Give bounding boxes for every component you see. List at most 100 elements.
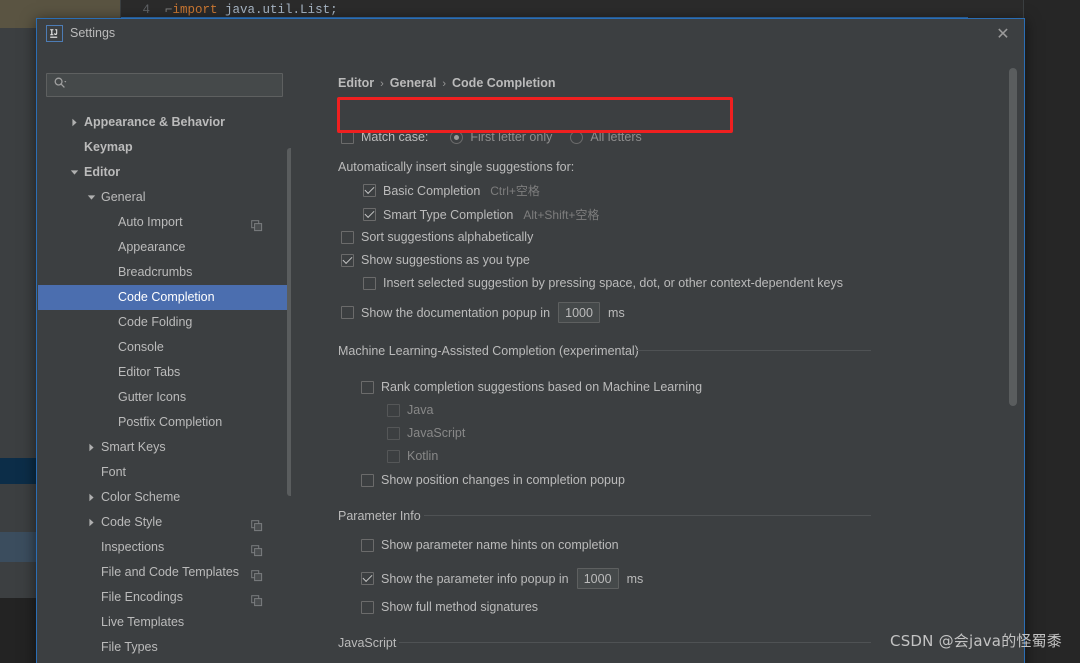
sidebar-item-appearance[interactable]: Appearance	[38, 235, 291, 260]
doc-popup-unit: ms	[608, 305, 625, 320]
sidebar-item-label: File and Code Templates	[101, 565, 240, 579]
match-case-first-letter-option[interactable]: First letter only	[450, 130, 552, 144]
insert-selected-suggestion-checkbox[interactable]	[363, 276, 376, 290]
sidebar-item-label: Code Style	[101, 515, 163, 529]
chevron-right-icon[interactable]	[85, 485, 97, 510]
breadcrumb-code-completion: Code Completion	[452, 76, 556, 90]
show-suggestions-checkbox[interactable]	[341, 253, 354, 267]
match-case-label: Match case:	[361, 130, 429, 144]
full-signatures-checkbox[interactable]	[361, 600, 374, 614]
match-case-checkbox[interactable]	[341, 130, 354, 144]
doc-popup-label: Show the documentation popup in	[361, 305, 551, 320]
sidebar-item-gutter-icons[interactable]: Gutter Icons	[38, 385, 291, 410]
ml-language-javascript-row: JavaScript	[387, 426, 465, 440]
doc-popup-checkbox[interactable]	[341, 306, 354, 319]
first-letter-radio[interactable]	[450, 130, 464, 144]
basic-completion-checkbox[interactable]	[363, 184, 376, 197]
sidebar-item-label: General	[101, 190, 146, 204]
sidebar-item-label: File Types	[101, 640, 158, 654]
sidebar-item-label: Code Folding	[118, 315, 193, 329]
sidebar-item-editor-tabs[interactable]: Editor Tabs	[38, 360, 291, 385]
sidebar-item-label: Live Templates	[101, 615, 185, 629]
sidebar-item-code-folding[interactable]: Code Folding	[38, 310, 291, 335]
chevron-right-icon[interactable]	[68, 110, 80, 135]
editor-code-line: 4 ⌐import java.util.List;	[120, 2, 1024, 18]
settings-dialog: Settings ✕ Appearance & Behavior Keymap Ed…	[36, 18, 1025, 663]
sidebar-item-general[interactable]: General	[38, 185, 291, 210]
sidebar-item-inspections[interactable]: Inspections	[38, 535, 291, 560]
param-hints-row: Show parameter name hints on completion	[361, 538, 619, 552]
doc-popup-delay-input[interactable]: 1000	[558, 302, 601, 323]
settings-content-panel: Editor › General › Code Completion Match cas…	[291, 48, 1023, 663]
sidebar-item-postfix-completion[interactable]: Postfix Completion	[38, 410, 291, 435]
breadcrumb-editor[interactable]: Editor	[338, 76, 374, 90]
ml-javascript-checkbox[interactable]	[387, 426, 400, 440]
dialog-title: Settings	[70, 26, 116, 40]
sidebar-item-auto-import[interactable]: Auto Import	[38, 210, 291, 235]
settings-tree[interactable]: Appearance & Behavior Keymap Editor General…	[38, 110, 291, 663]
sidebar-item-appearance-behavior[interactable]: Appearance & Behavior	[38, 110, 291, 135]
param-hints-checkbox[interactable]	[361, 538, 374, 552]
ml-java-checkbox[interactable]	[387, 403, 400, 417]
smart-type-completion-row: Smart Type Completion Alt+Shift+空格	[363, 206, 599, 223]
sidebar-item-live-templates[interactable]: Live Templates	[38, 610, 291, 635]
close-icon[interactable]: ✕	[992, 24, 1014, 46]
sidebar-item-editor[interactable]: Editor	[38, 160, 291, 185]
code-statement: java.util.List;	[217, 3, 338, 17]
show-position-changes-label: Show position changes in completion popu…	[381, 473, 625, 487]
sidebar-item-color-scheme[interactable]: Color Scheme	[38, 485, 291, 510]
sidebar-item-font[interactable]: Font	[38, 460, 291, 485]
sidebar-item-breadcrumbs[interactable]: Breadcrumbs	[38, 260, 291, 285]
sidebar-item-label: Keymap	[84, 140, 133, 154]
settings-sidebar: Appearance & Behavior Keymap Editor General…	[38, 48, 294, 663]
param-popup-delay-input[interactable]: 1000	[576, 568, 619, 589]
sidebar-item-label: Appearance	[118, 240, 186, 254]
sidebar-item-smart-keys[interactable]: Smart Keys	[38, 435, 291, 460]
all-letters-radio[interactable]	[570, 130, 584, 144]
sidebar-item-code-completion[interactable]: Code Completion	[38, 285, 291, 310]
all-letters-label: All letters	[590, 130, 642, 144]
parameter-info-title: Parameter Info	[338, 509, 421, 523]
chevron-down-icon[interactable]	[85, 185, 97, 210]
chevron-right-icon[interactable]	[85, 435, 97, 460]
ml-language-java-row: Java	[387, 403, 433, 417]
intellij-logo-icon	[46, 25, 63, 42]
sidebar-item-file-encodings[interactable]: File Encodings	[38, 585, 291, 610]
match-case-all-letters-option[interactable]: All letters	[570, 130, 642, 144]
rank-ml-label: Rank completion suggestions based on Mac…	[381, 380, 703, 394]
smart-type-completion-checkbox[interactable]	[363, 208, 376, 221]
sidebar-item-file-and-code-templates[interactable]: File and Code Templates	[38, 560, 291, 585]
editor-line-number: 4	[142, 3, 150, 17]
sidebar-item-code-style[interactable]: Code Style	[38, 510, 291, 535]
param-popup-checkbox[interactable]	[361, 572, 374, 585]
sidebar-item-label: Gutter Icons	[118, 390, 187, 404]
content-scrollbar-thumb[interactable]	[1009, 68, 1017, 406]
sidebar-item-console[interactable]: Console	[38, 335, 291, 360]
ml-kotlin-checkbox[interactable]	[387, 449, 400, 463]
breadcrumb-general[interactable]: General	[390, 76, 437, 90]
ml-section-divider	[637, 350, 871, 351]
param-popup-label: Show the parameter info popup in	[381, 571, 569, 586]
code-fold-marker: ⌐	[165, 3, 173, 17]
parameter-info-divider	[424, 515, 871, 516]
sort-alphabetically-checkbox[interactable]	[341, 230, 354, 244]
sidebar-item-keymap[interactable]: Keymap	[38, 135, 291, 160]
search-field[interactable]	[46, 73, 283, 97]
search-input[interactable]	[69, 77, 273, 93]
breadcrumb-separator-1: ›	[380, 78, 384, 90]
watermark: CSDN @会java的怪蜀黍	[890, 632, 1062, 650]
javascript-section-divider	[399, 642, 871, 643]
ml-java-label: Java	[407, 403, 434, 417]
param-popup-unit: ms	[626, 571, 644, 586]
sidebar-item-label: Inspections	[101, 540, 165, 554]
dialog-titlebar: Settings ✕	[37, 19, 1024, 48]
rank-ml-checkbox[interactable]	[361, 380, 374, 394]
breadcrumb-separator-2: ›	[442, 78, 447, 90]
sidebar-item-label: Editor	[84, 165, 121, 179]
doc-popup-row: Show the documentation popup in 1000 ms	[341, 302, 625, 323]
sidebar-item-file-types[interactable]: File Types	[38, 635, 291, 660]
chevron-right-icon[interactable]	[85, 510, 97, 535]
chevron-down-icon[interactable]	[68, 160, 80, 185]
rank-ml-row: Rank completion suggestions based on Mac…	[361, 380, 702, 394]
show-position-changes-checkbox[interactable]	[361, 473, 374, 487]
